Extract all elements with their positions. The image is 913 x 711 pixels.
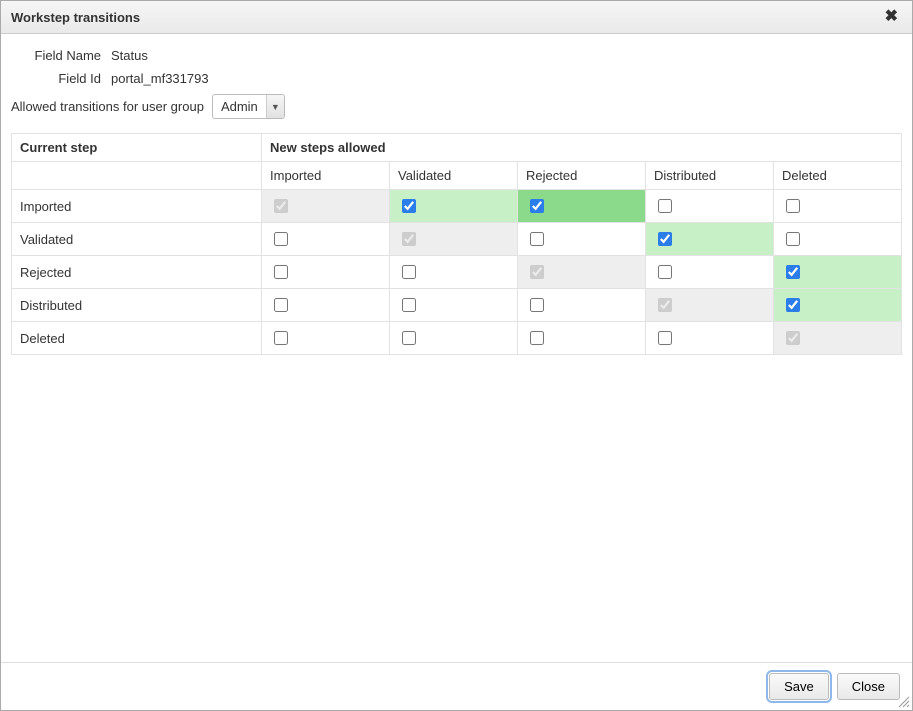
chevron-down-icon: ▼ xyxy=(266,95,284,118)
field-id-value: portal_mf331793 xyxy=(111,71,209,86)
row-step-label: Deleted xyxy=(12,322,262,355)
transition-cell xyxy=(262,223,390,256)
field-id-label: Field Id xyxy=(11,71,111,86)
transition-cell xyxy=(518,256,646,289)
header-new-steps: New steps allowed xyxy=(262,134,902,162)
transition-cell xyxy=(646,322,774,355)
table-row: Distributed xyxy=(12,289,902,322)
workstep-transitions-dialog: Workstep transitions ✖ Field Name Status… xyxy=(0,0,913,711)
transition-cell xyxy=(390,256,518,289)
transitions-table: Current step New steps allowed ImportedV… xyxy=(11,133,902,355)
transition-checkbox[interactable] xyxy=(402,265,416,279)
transition-checkbox xyxy=(786,331,800,345)
transition-checkbox[interactable] xyxy=(402,199,416,213)
transition-checkbox[interactable] xyxy=(274,232,288,246)
column-header-step: Rejected xyxy=(518,162,646,190)
table-row: Validated xyxy=(12,223,902,256)
transition-checkbox[interactable] xyxy=(274,265,288,279)
user-group-select[interactable]: Admin ▼ xyxy=(212,94,285,119)
transition-checkbox[interactable] xyxy=(402,298,416,312)
transition-cell xyxy=(390,223,518,256)
transition-checkbox[interactable] xyxy=(274,331,288,345)
transition-cell xyxy=(774,190,902,223)
dialog-footer: Save Close xyxy=(1,662,912,710)
row-step-label: Rejected xyxy=(12,256,262,289)
transition-cell xyxy=(518,322,646,355)
table-row: Imported xyxy=(12,190,902,223)
user-group-selected: Admin xyxy=(213,95,266,118)
transition-checkbox xyxy=(402,232,416,246)
transition-cell xyxy=(646,289,774,322)
transition-checkbox xyxy=(274,199,288,213)
user-group-row: Allowed transitions for user group Admin… xyxy=(11,94,902,119)
transition-checkbox[interactable] xyxy=(274,298,288,312)
table-row: Rejected xyxy=(12,256,902,289)
transition-checkbox[interactable] xyxy=(786,298,800,312)
transition-checkbox[interactable] xyxy=(658,199,672,213)
resize-grip-icon[interactable] xyxy=(896,694,910,708)
transition-checkbox xyxy=(530,265,544,279)
close-button[interactable]: Close xyxy=(837,673,900,700)
transition-cell xyxy=(646,190,774,223)
transition-cell xyxy=(774,322,902,355)
transition-cell xyxy=(774,256,902,289)
field-name-label: Field Name xyxy=(11,48,111,63)
transition-cell xyxy=(646,256,774,289)
header-blank xyxy=(12,162,262,190)
table-row: Deleted xyxy=(12,322,902,355)
transition-cell xyxy=(774,289,902,322)
transition-checkbox[interactable] xyxy=(402,331,416,345)
transition-cell xyxy=(390,289,518,322)
transition-cell xyxy=(262,322,390,355)
transition-cell xyxy=(774,223,902,256)
dialog-titlebar: Workstep transitions ✖ xyxy=(1,1,912,34)
transition-cell xyxy=(518,289,646,322)
transition-cell xyxy=(390,322,518,355)
transition-cell xyxy=(262,190,390,223)
save-button[interactable]: Save xyxy=(769,673,829,700)
header-current-step: Current step xyxy=(12,134,262,162)
transition-checkbox[interactable] xyxy=(786,199,800,213)
transition-checkbox[interactable] xyxy=(786,265,800,279)
field-id-row: Field Id portal_mf331793 xyxy=(11,71,902,86)
close-icon[interactable]: ✖ xyxy=(881,7,902,27)
column-header-step: Deleted xyxy=(774,162,902,190)
user-group-label: Allowed transitions for user group xyxy=(11,99,212,114)
transition-checkbox[interactable] xyxy=(530,331,544,345)
transition-checkbox[interactable] xyxy=(658,265,672,279)
transition-checkbox[interactable] xyxy=(530,199,544,213)
column-header-step: Distributed xyxy=(646,162,774,190)
transition-cell xyxy=(518,223,646,256)
row-step-label: Distributed xyxy=(12,289,262,322)
transition-cell xyxy=(646,223,774,256)
row-step-label: Imported xyxy=(12,190,262,223)
transition-checkbox[interactable] xyxy=(530,298,544,312)
dialog-title: Workstep transitions xyxy=(11,10,140,25)
transition-checkbox[interactable] xyxy=(530,232,544,246)
transition-cell xyxy=(518,190,646,223)
transition-checkbox[interactable] xyxy=(658,232,672,246)
transition-cell xyxy=(262,289,390,322)
column-header-step: Validated xyxy=(390,162,518,190)
column-header-step: Imported xyxy=(262,162,390,190)
transition-checkbox[interactable] xyxy=(786,232,800,246)
transition-checkbox[interactable] xyxy=(658,331,672,345)
transition-cell xyxy=(390,190,518,223)
field-name-value: Status xyxy=(111,48,148,63)
row-step-label: Validated xyxy=(12,223,262,256)
field-name-row: Field Name Status xyxy=(11,48,902,63)
transition-cell xyxy=(262,256,390,289)
dialog-content: Field Name Status Field Id portal_mf3317… xyxy=(1,34,912,662)
transition-checkbox xyxy=(658,298,672,312)
